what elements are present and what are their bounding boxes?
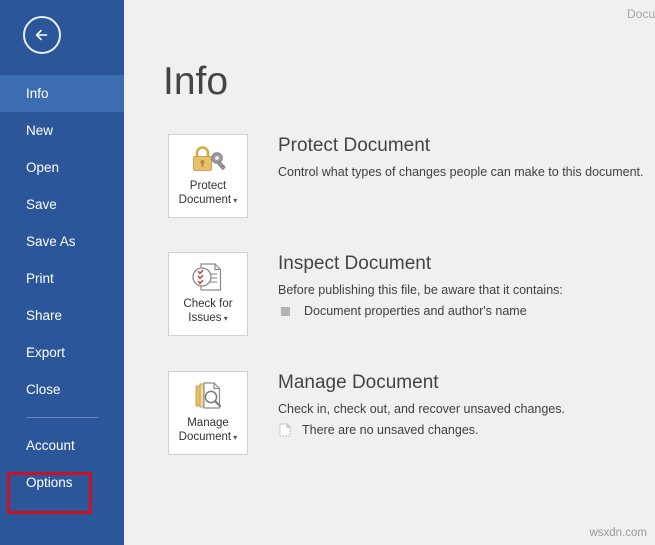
sidebar-divider xyxy=(26,417,98,418)
sidebar-item-label: Info xyxy=(26,86,49,101)
sidebar-item-save[interactable]: Save xyxy=(0,186,124,223)
protect-document-button-label: Protect Document ▾ xyxy=(178,180,238,206)
sidebar-item-account[interactable]: Account xyxy=(0,427,124,464)
sidebar-item-label: Export xyxy=(26,345,66,360)
section-heading: Protect Document xyxy=(278,135,431,156)
square-bullet-icon xyxy=(281,306,290,316)
section-description: Before publishing this file, be aware th… xyxy=(278,283,563,297)
manage-document-button[interactable]: Manage Document ▾ xyxy=(168,371,248,455)
sidebar-item-label: Save xyxy=(26,197,57,212)
back-arrow-icon xyxy=(35,29,48,41)
back-button[interactable] xyxy=(23,16,61,54)
sidebar-item-label: Close xyxy=(26,382,61,397)
sidebar-item-info[interactable]: Info xyxy=(0,75,124,112)
sidebar-item-share[interactable]: Share xyxy=(0,297,124,334)
sidebar-item-label: Save As xyxy=(26,234,76,249)
check-for-issues-button[interactable]: Check for Issues ▾ xyxy=(168,252,248,336)
sidebar-item-label: Account xyxy=(26,438,75,453)
dropdown-caret-icon: ▾ xyxy=(221,314,228,323)
document-versions-icon xyxy=(188,379,228,413)
inspect-document-text: Inspect Document Before publishing this … xyxy=(278,252,655,320)
section-heading: Inspect Document xyxy=(278,253,432,274)
manage-bullet-row: There are no unsaved changes. xyxy=(278,421,655,439)
dotted-document-icon xyxy=(279,423,291,437)
backstage-content: Docu Info Protect Document ▾ Protect Doc… xyxy=(124,0,655,545)
manage-document-button-label: Manage Document ▾ xyxy=(178,417,238,443)
sidebar-item-label: Print xyxy=(26,271,54,286)
sidebar-item-new[interactable]: New xyxy=(0,112,124,149)
sidebar-item-label: New xyxy=(26,123,54,138)
lock-and-key-icon xyxy=(188,142,228,176)
page-title: Info xyxy=(163,60,229,103)
sidebar-item-open[interactable]: Open xyxy=(0,149,124,186)
section-heading: Manage Document xyxy=(278,372,439,393)
dropdown-caret-icon: ▾ xyxy=(231,196,238,205)
backstage-view: Info New Open Save Save As Print Share E… xyxy=(0,0,655,545)
bullet-text: There are no unsaved changes. xyxy=(302,423,479,437)
backstage-sidebar: Info New Open Save Save As Print Share E… xyxy=(0,0,124,545)
backstage-nav: Info New Open Save Save As Print Share E… xyxy=(0,75,124,501)
document-title: Docu xyxy=(626,7,655,21)
watermark: wsxdn.com xyxy=(589,527,647,539)
document-inspect-icon xyxy=(188,260,228,294)
section-description: Check in, check out, and recover unsaved… xyxy=(278,402,565,416)
sidebar-item-print[interactable]: Print xyxy=(0,260,124,297)
check-for-issues-button-label: Check for Issues ▾ xyxy=(183,298,233,324)
sidebar-item-label: Open xyxy=(26,160,60,175)
protect-document-button[interactable]: Protect Document ▾ xyxy=(168,134,248,218)
section-description: Control what types of changes people can… xyxy=(278,165,644,179)
sidebar-item-save-as[interactable]: Save As xyxy=(0,223,124,260)
dropdown-caret-icon: ▾ xyxy=(231,433,238,442)
sidebar-item-close[interactable]: Close xyxy=(0,371,124,408)
sidebar-item-options[interactable]: Options xyxy=(0,464,124,501)
protect-document-text: Protect Document Control what types of c… xyxy=(278,134,655,181)
sidebar-item-label: Share xyxy=(26,308,63,323)
inspect-bullet-row: Document properties and author's name xyxy=(278,302,655,320)
manage-document-text: Manage Document Check in, check out, and… xyxy=(278,371,655,439)
bullet-text: Document properties and author's name xyxy=(304,304,527,318)
sidebar-item-label: Options xyxy=(26,475,73,490)
sidebar-item-export[interactable]: Export xyxy=(0,334,124,371)
